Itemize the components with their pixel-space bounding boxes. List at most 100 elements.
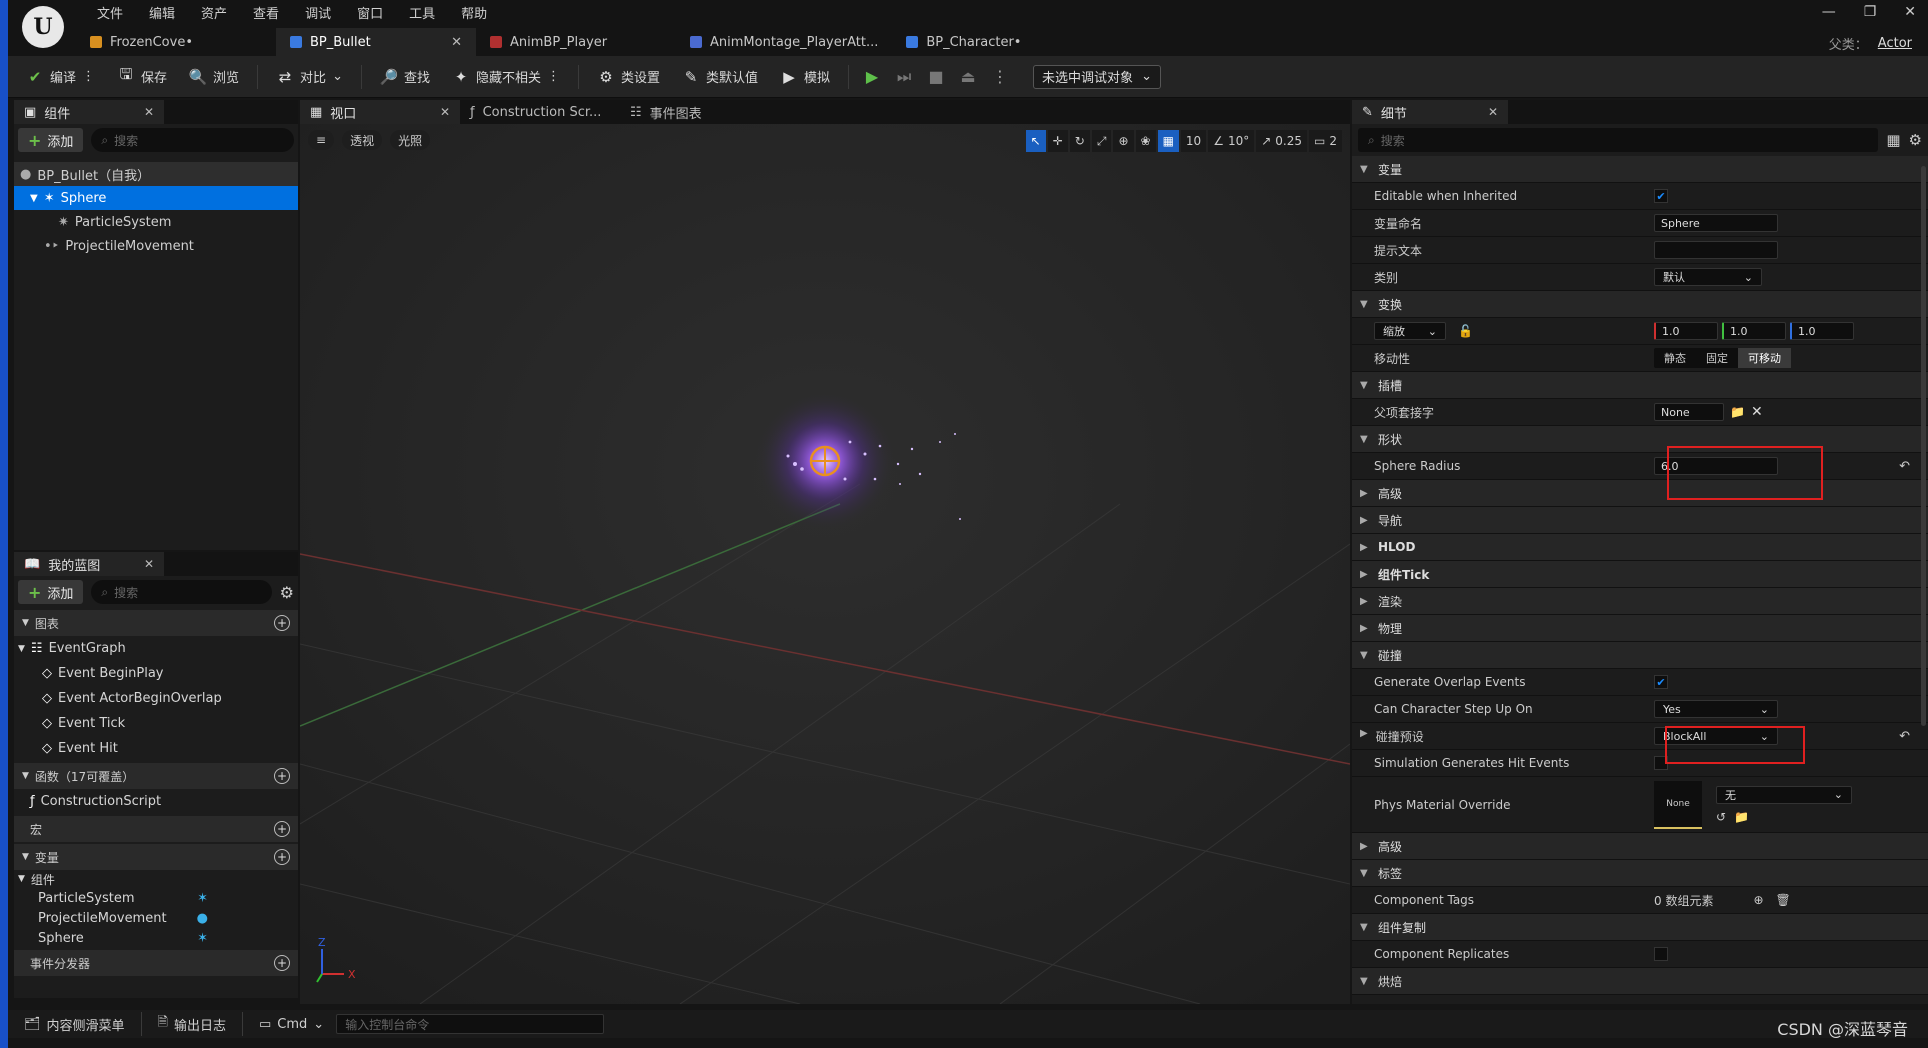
editable-inherited-checkbox[interactable]: ✔ [1654,189,1668,203]
close-panel-icon[interactable]: ✕ [144,557,154,571]
world-space-icon[interactable]: ⊕ [1113,130,1134,152]
tab-event-graph[interactable]: ☷ 事件图表 [620,100,760,124]
detail-section-navigation[interactable]: ▶ 导航 [1352,507,1928,534]
graph-eventgraph[interactable]: ▼ ☷ EventGraph [14,636,298,661]
component-row-particlesystem[interactable]: ✷ ParticleSystem [14,210,298,234]
scale-snap-button[interactable]: ↗ 0.25 [1256,130,1308,152]
doc-tab-frozencove[interactable]: FrozenCove• [76,28,276,56]
browse-asset-icon[interactable]: 📁 [1734,810,1749,824]
section-macros[interactable]: 宏 + [14,816,298,842]
section-variables[interactable]: ▼ 变量 + [14,844,298,870]
perspective-button[interactable]: 透视 [342,130,383,150]
detail-section-transform[interactable]: ▼ 变换 [1352,291,1928,318]
function-constructionscript[interactable]: ƒ ConstructionScript [14,789,298,814]
gear-icon[interactable]: ⚙ [1909,131,1922,149]
menu-asset[interactable]: 资产 [188,3,240,22]
details-search-input[interactable]: ⌕ 搜索 [1358,128,1879,152]
parent-class-link[interactable]: Actor [1878,36,1912,51]
detail-section-hlod[interactable]: ▶ HLOD [1352,534,1928,561]
viewport-menu-button[interactable]: ≡ [308,130,335,150]
more-options-icon[interactable]: ⋮ [987,64,1013,90]
component-root-row[interactable]: ● BP_Bullet（自我） [14,162,298,186]
hide-unrelated-button[interactable]: ✦ 隐藏不相关 ⋮ [444,62,568,92]
detail-section-cooking[interactable]: ▼ 烘焙 [1352,968,1928,995]
section-dispatchers[interactable]: 事件分发器 + [14,950,298,976]
scale-mode-select[interactable]: 缩放 ⌄ [1374,322,1446,340]
close-window-icon[interactable]: ✕ [1904,4,1916,20]
diff-button[interactable]: ⇄ 对比 ⌄ [268,62,351,92]
event-tick[interactable]: ◇ Event Tick [14,711,298,736]
viewport[interactable]: X Z ≡ 透视 光照 ↖ ✛ ↻ ⤢ ⊕ ❀ ▦ 10 ∠ 10° ↗ 0.25 … [300,124,1350,1004]
class-settings-button[interactable]: ⚙ 类设置 [589,62,668,92]
browse-socket-icon[interactable]: 📁 [1730,405,1745,419]
detail-section-advanced[interactable]: ▶ 高级 [1352,480,1928,507]
menu-tools[interactable]: 工具 [396,3,448,22]
close-tab-icon[interactable]: ✕ [440,105,450,119]
use-selected-icon[interactable]: ↺ [1716,810,1726,824]
compile-button[interactable]: ✔ 编译 ⋮ [18,62,103,92]
event-beginplay[interactable]: ◇ Event BeginPlay [14,661,298,686]
browse-button[interactable]: 🔍 浏览 [181,62,247,92]
table-view-icon[interactable]: ▦ [1886,131,1900,149]
grid-snap-button[interactable]: ▦ [1157,130,1179,152]
detail-section-shape[interactable]: ▼ 形状 [1352,426,1928,453]
detail-section-variable[interactable]: ▼ 变量 [1352,156,1928,183]
tab-viewport[interactable]: ▦ 视口 ✕ [300,100,460,124]
scale-z-input[interactable]: 1.0 [1790,322,1854,340]
doc-tab-bp-character[interactable]: BP_Character• [892,28,1092,56]
phys-material-thumbnail[interactable]: None [1654,780,1702,829]
detail-section-rendering[interactable]: ▶ 渲染 [1352,588,1928,615]
add-variable-icon[interactable]: + [274,849,290,865]
add-macro-icon[interactable]: + [274,821,290,837]
step-up-select[interactable]: Yes ⌄ [1654,700,1778,718]
rotate-icon[interactable]: ↻ [1069,130,1090,152]
scale-y-input[interactable]: 1.0 [1722,322,1786,340]
reset-to-default-icon[interactable]: ↶ [1899,459,1910,474]
section-graphs[interactable]: ▼ 图表 + [14,610,298,636]
event-actorbeginoverlap[interactable]: ◇ Event ActorBeginOverlap [14,686,298,711]
add-component-button[interactable]: + 添加 [18,128,84,152]
translate-icon[interactable]: ✛ [1047,130,1068,152]
phys-material-select[interactable]: 无 ⌄ [1716,785,1852,804]
menu-edit[interactable]: 编辑 [136,3,188,22]
component-replicates-checkbox[interactable] [1654,947,1668,961]
menu-file[interactable]: 文件 [84,3,136,22]
expand-arrow-icon[interactable]: ▶ [1360,728,1368,745]
clear-icon[interactable]: ✕ [1751,404,1763,420]
tab-construction-script[interactable]: ƒ Construction Scr... [460,100,620,124]
variable-particlesystem[interactable]: ParticleSystem ✶ [14,888,298,908]
reset-to-default-icon[interactable]: ↶ [1899,729,1910,744]
simulate-button[interactable]: ▶ 模拟 [772,62,838,92]
class-defaults-button[interactable]: ✎ 类默认值 [674,62,766,92]
component-row-sphere[interactable]: ▼ ✶ Sphere [14,186,298,210]
menu-help[interactable]: 帮助 [448,3,500,22]
detail-section-sockets[interactable]: ▼ 插槽 [1352,372,1928,399]
component-row-projectilemovement[interactable]: •‣ ProjectileMovement [14,234,298,258]
menu-view[interactable]: 查看 [240,3,292,22]
minimize-icon[interactable]: — [1822,4,1836,20]
tab-components[interactable]: ▣ 组件 ✕ [14,100,164,124]
mobility-stationary[interactable]: 固定 [1696,348,1738,368]
menu-window[interactable]: 窗口 [344,3,396,22]
expand-arrow-icon[interactable]: ▼ [30,193,38,204]
section-functions[interactable]: ▼ 函数（17可覆盖） + [14,763,298,789]
doc-tab-animmontage[interactable]: AnimMontage_PlayerAtt... [676,28,892,56]
category-select[interactable]: 默认 ⌄ [1654,268,1762,286]
stop-icon[interactable]: ■ [923,64,949,90]
select-mode-icon[interactable]: ↖ [1025,130,1046,152]
add-element-icon[interactable]: ⊕ [1753,893,1763,907]
grid-size-value[interactable]: 10 [1180,130,1207,152]
save-button[interactable]: 🖫 保存 [109,62,175,92]
detail-section-tags[interactable]: ▼ 标签 [1352,860,1928,887]
mobility-movable[interactable]: 可移动 [1738,348,1791,368]
lit-button[interactable]: 光照 [390,130,431,150]
detail-section-physics[interactable]: ▶ 物理 [1352,615,1928,642]
tab-details[interactable]: ✎ 细节 ✕ [1352,100,1508,124]
close-panel-icon[interactable]: ✕ [1488,105,1498,119]
close-panel-icon[interactable]: ✕ [144,105,154,119]
detail-section-advanced-2[interactable]: ▶ 高级 [1352,833,1928,860]
add-member-button[interactable]: + 添加 [18,580,84,604]
components-search-input[interactable]: ⌕ 搜索 [91,128,294,152]
scale-icon[interactable]: ⤢ [1091,130,1112,152]
restore-icon[interactable]: ❐ [1864,4,1877,20]
